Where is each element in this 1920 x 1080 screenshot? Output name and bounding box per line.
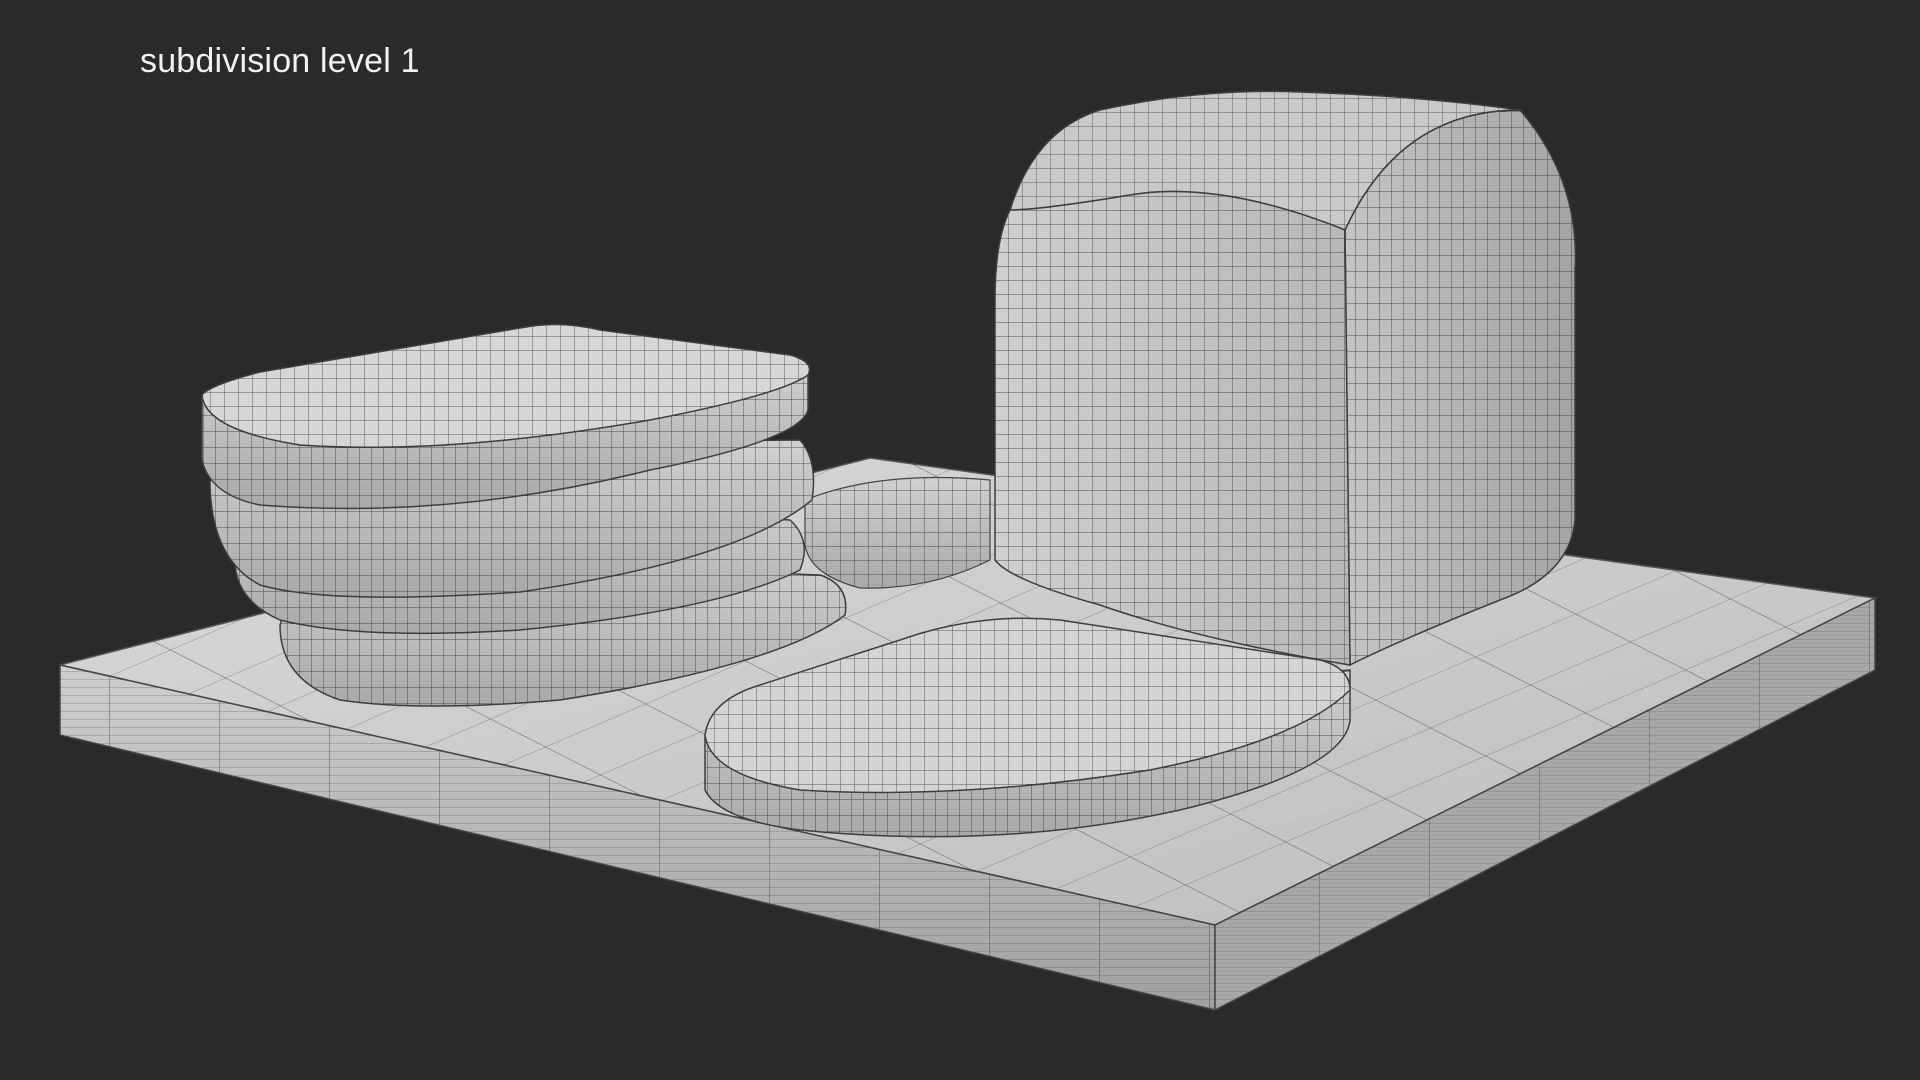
viewport: subdivision level 1	[0, 0, 1920, 1080]
bread-slice-stack	[201, 323, 847, 707]
scene-render	[59, 90, 1878, 1012]
bread-slice-back	[804, 476, 991, 589]
subdivision-label: subdivision level 1	[140, 42, 420, 80]
bread-loaf	[994, 90, 1577, 667]
